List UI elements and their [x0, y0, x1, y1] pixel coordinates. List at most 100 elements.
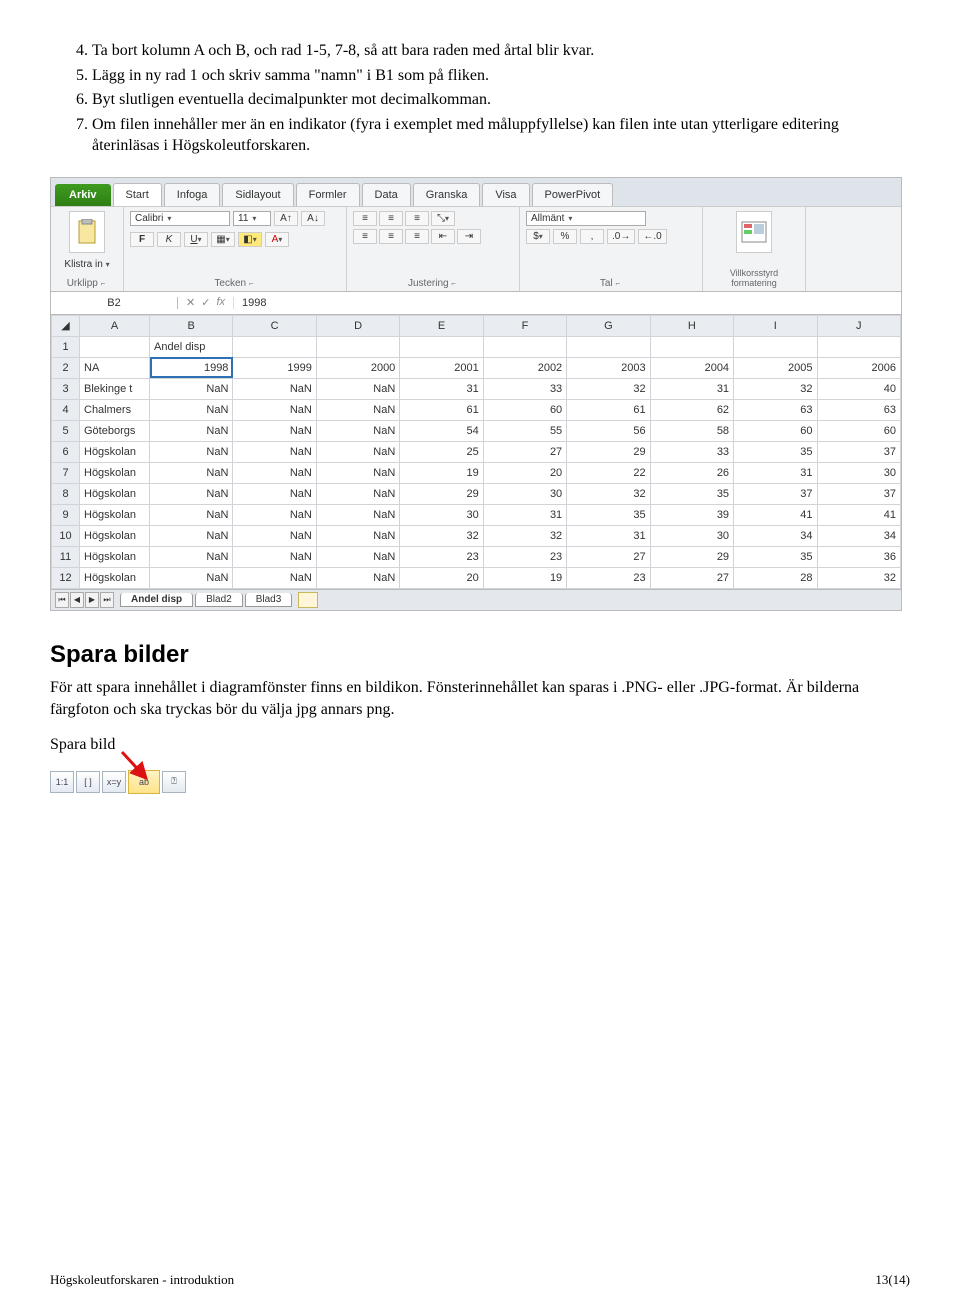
worksheet[interactable]: ◢ A B C D E F G H I J 1Andel disp2NA1998…: [51, 315, 901, 589]
row-header[interactable]: 10: [52, 525, 80, 546]
decrease-font-icon[interactable]: A↓: [301, 211, 325, 226]
increase-decimal-icon[interactable]: .0→: [607, 229, 635, 244]
currency-icon[interactable]: $▾: [526, 229, 550, 244]
cell[interactable]: NaN: [150, 462, 233, 483]
cell[interactable]: 41: [734, 504, 817, 525]
col-D[interactable]: D: [316, 315, 399, 336]
select-all-corner[interactable]: ◢: [52, 315, 80, 336]
cell[interactable]: Högskolan: [80, 462, 150, 483]
col-I[interactable]: I: [734, 315, 817, 336]
row-header[interactable]: 1: [52, 336, 80, 357]
cell[interactable]: 61: [567, 399, 650, 420]
cell[interactable]: 35: [650, 483, 733, 504]
cell[interactable]: NaN: [150, 420, 233, 441]
cell[interactable]: 32: [734, 378, 817, 399]
enter-icon[interactable]: ✓: [201, 296, 210, 309]
cell[interactable]: 2006: [817, 357, 901, 378]
cell[interactable]: 32: [567, 483, 650, 504]
row-header[interactable]: 12: [52, 567, 80, 588]
col-E[interactable]: E: [400, 315, 483, 336]
conditional-formatting-icon[interactable]: [736, 211, 772, 253]
col-F[interactable]: F: [483, 315, 566, 336]
cell[interactable]: 2005: [734, 357, 817, 378]
cell[interactable]: NaN: [316, 483, 399, 504]
cell[interactable]: 60: [817, 420, 901, 441]
decrease-decimal-icon[interactable]: ←.0: [638, 229, 666, 244]
cell[interactable]: Andel disp: [150, 336, 233, 357]
cell[interactable]: 31: [567, 525, 650, 546]
cell[interactable]: Högskolan: [80, 483, 150, 504]
col-B[interactable]: B: [150, 315, 233, 336]
cell[interactable]: NaN: [150, 483, 233, 504]
cell[interactable]: NaN: [150, 378, 233, 399]
align-bottom-icon[interactable]: ≡: [405, 211, 429, 226]
row-header[interactable]: 6: [52, 441, 80, 462]
cell[interactable]: 30: [817, 462, 901, 483]
bold-button[interactable]: F: [130, 232, 154, 247]
cell[interactable]: NaN: [233, 546, 316, 567]
tab-infoga[interactable]: Infoga: [164, 183, 221, 206]
tab-arkiv[interactable]: Arkiv: [55, 184, 111, 206]
cell[interactable]: Högskolan: [80, 441, 150, 462]
cell[interactable]: [734, 336, 817, 357]
sheet-last-icon[interactable]: ⏭: [100, 592, 114, 608]
cell[interactable]: 2001: [400, 357, 483, 378]
tab-visa[interactable]: Visa: [482, 183, 529, 206]
cell[interactable]: NaN: [233, 420, 316, 441]
cell[interactable]: 20: [483, 462, 566, 483]
paste-icon[interactable]: [69, 211, 105, 253]
cell[interactable]: NaN: [233, 399, 316, 420]
cell[interactable]: [233, 336, 316, 357]
cell[interactable]: 2004: [650, 357, 733, 378]
cell[interactable]: 26: [650, 462, 733, 483]
col-C[interactable]: C: [233, 315, 316, 336]
cell[interactable]: 29: [567, 441, 650, 462]
cell[interactable]: NaN: [316, 504, 399, 525]
brackets-icon[interactable]: [ ]: [76, 771, 100, 793]
cell[interactable]: NaN: [316, 420, 399, 441]
cell[interactable]: NaN: [233, 483, 316, 504]
cell[interactable]: 22: [567, 462, 650, 483]
cell[interactable]: 29: [400, 483, 483, 504]
number-format-select[interactable]: Allmänt▾: [526, 211, 646, 226]
align-left-icon[interactable]: ≡: [353, 229, 377, 244]
cell[interactable]: 62: [650, 399, 733, 420]
tab-granska[interactable]: Granska: [413, 183, 481, 206]
cell[interactable]: 35: [734, 546, 817, 567]
cell[interactable]: 60: [734, 420, 817, 441]
cell[interactable]: [483, 336, 566, 357]
cell[interactable]: 32: [400, 525, 483, 546]
cell[interactable]: NaN: [150, 399, 233, 420]
cell[interactable]: 31: [650, 378, 733, 399]
col-G[interactable]: G: [567, 315, 650, 336]
cell[interactable]: 30: [400, 504, 483, 525]
cell[interactable]: 28: [734, 567, 817, 588]
cell[interactable]: 2000: [316, 357, 399, 378]
tab-start[interactable]: Start: [113, 183, 162, 206]
cell[interactable]: [650, 336, 733, 357]
comma-icon[interactable]: ,: [580, 229, 604, 244]
cell[interactable]: NaN: [316, 567, 399, 588]
zoom-1to1-icon[interactable]: 1:1: [50, 771, 74, 793]
cell[interactable]: NaN: [316, 546, 399, 567]
cell[interactable]: 37: [817, 441, 901, 462]
row-header[interactable]: 7: [52, 462, 80, 483]
cell[interactable]: 29: [650, 546, 733, 567]
cell[interactable]: NaN: [316, 399, 399, 420]
sheet-tab-2[interactable]: Blad2: [195, 593, 243, 607]
cell[interactable]: 34: [734, 525, 817, 546]
cell[interactable]: 19: [400, 462, 483, 483]
row-header[interactable]: 4: [52, 399, 80, 420]
cell[interactable]: Högskolan: [80, 525, 150, 546]
fx-icon[interactable]: fx: [216, 296, 225, 309]
cell[interactable]: NaN: [316, 378, 399, 399]
fill-color-button[interactable]: ◧▾: [238, 232, 262, 247]
cell[interactable]: [400, 336, 483, 357]
indent-increase-icon[interactable]: ⇥: [457, 229, 481, 244]
align-middle-icon[interactable]: ≡: [379, 211, 403, 226]
cell[interactable]: NaN: [233, 504, 316, 525]
cell[interactable]: 34: [817, 525, 901, 546]
cell[interactable]: 37: [817, 483, 901, 504]
cell[interactable]: NA: [80, 357, 150, 378]
cell[interactable]: 56: [567, 420, 650, 441]
